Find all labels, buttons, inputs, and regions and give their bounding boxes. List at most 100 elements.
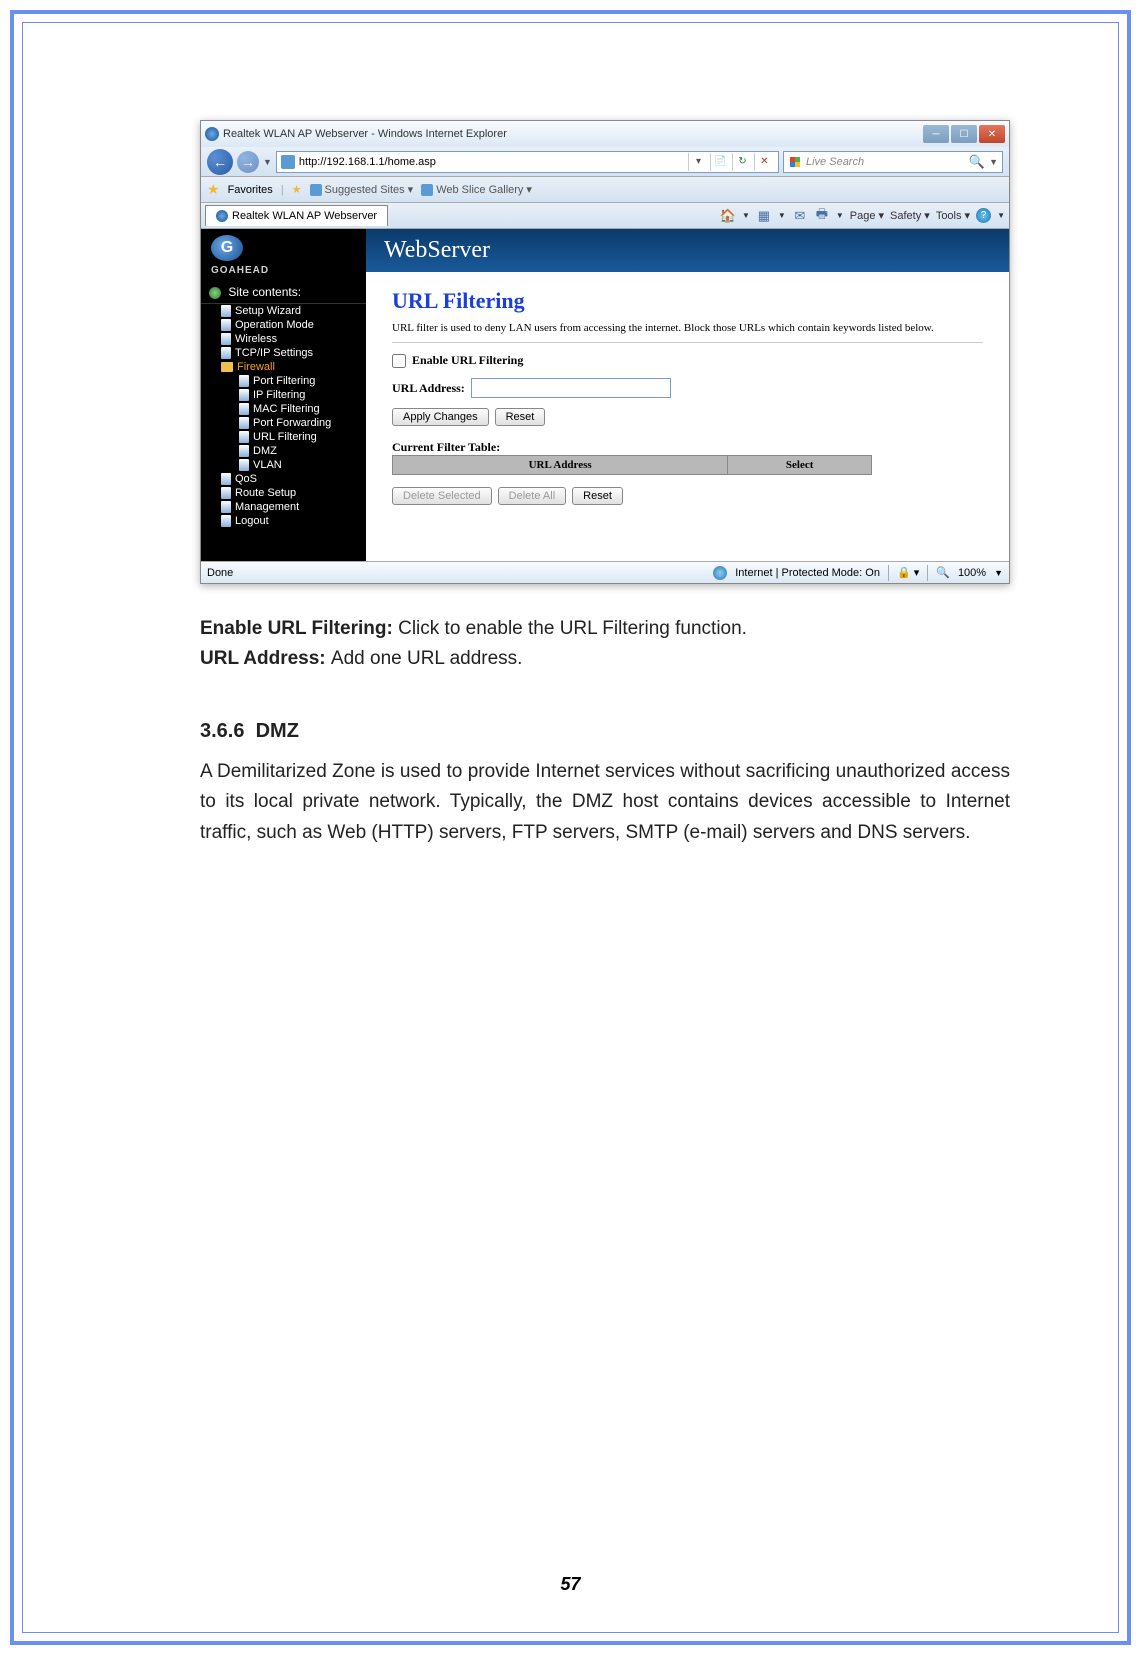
favorites-star-icon[interactable]: ★: [207, 181, 220, 198]
page-number: 57: [0, 1574, 1141, 1595]
sidebar-item-wireless[interactable]: Wireless: [201, 332, 366, 346]
tab-bar: Realtek WLAN AP Webserver 🏠▼ ▦▼ ✉ 🖶▼ Pag…: [201, 203, 1009, 229]
search-bar[interactable]: Live Search 🔍 ▼: [783, 151, 1003, 173]
nav-dropdown-icon[interactable]: ▼: [263, 157, 272, 167]
suggested-sites-link[interactable]: Suggested Sites ▾: [310, 183, 414, 196]
favorites-label[interactable]: Favorites: [228, 184, 273, 196]
zone-security-icon[interactable]: 🔒 ▾: [897, 566, 919, 579]
col-select: Select: [728, 456, 872, 475]
sidebar-item-port-forwarding[interactable]: Port Forwarding: [201, 416, 366, 430]
doc-icon: [221, 501, 231, 513]
mail-icon[interactable]: ✉: [792, 208, 808, 224]
document-text: Enable URL Filtering: Click to enable th…: [200, 614, 1010, 848]
sidebar-item-dmz[interactable]: DMZ: [201, 444, 366, 458]
sidebar-item-vlan[interactable]: VLAN: [201, 458, 366, 472]
sidebar-item-tcpip[interactable]: TCP/IP Settings: [201, 346, 366, 360]
sidebar-item-qos[interactable]: QoS: [201, 472, 366, 486]
sidebar-item-ip-filtering[interactable]: IP Filtering: [201, 388, 366, 402]
sidebar-item-management[interactable]: Management: [201, 500, 366, 514]
enable-url-filtering-desc: Click to enable the URL Filtering functi…: [398, 618, 747, 639]
internet-zone-icon: [713, 566, 727, 580]
section-paragraph: A Demilitarized Zone is used to provide …: [200, 757, 1010, 848]
reset-table-button[interactable]: Reset: [572, 487, 623, 505]
search-placeholder: Live Search: [806, 156, 864, 168]
active-tab[interactable]: Realtek WLAN AP Webserver: [205, 205, 388, 226]
url-address-input[interactable]: [471, 378, 671, 398]
webserver-banner: WebServer: [366, 229, 1009, 272]
tab-icon: [216, 210, 228, 222]
ie-icon: [205, 127, 219, 141]
doc-icon: [239, 375, 249, 387]
filter-table: URL Address Select: [392, 455, 872, 475]
table-caption: Current Filter Table:: [392, 440, 983, 455]
sidebar: G GOAHEAD Site contents: Setup Wizard Op…: [201, 229, 366, 561]
search-dropdown-icon[interactable]: ▼: [989, 157, 998, 167]
tools-menu[interactable]: Tools ▾: [936, 209, 970, 222]
rss-icon[interactable]: ▦: [756, 208, 772, 224]
back-button[interactable]: ←: [207, 149, 233, 175]
apply-changes-button[interactable]: Apply Changes: [392, 408, 489, 426]
sidebar-item-logout[interactable]: Logout: [201, 514, 366, 528]
status-text: Done: [207, 567, 233, 579]
url-address-doc-desc: Add one URL address.: [331, 648, 523, 669]
home-icon[interactable]: 🏠: [720, 208, 736, 224]
doc-icon: [239, 459, 249, 471]
content-area: Realtek WLAN AP Webserver - Windows Inte…: [200, 120, 1010, 848]
logo-area: G GOAHEAD: [201, 229, 366, 285]
logo-text: GOAHEAD: [211, 265, 356, 276]
close-button[interactable]: ✕: [979, 125, 1005, 143]
maximize-button[interactable]: ☐: [951, 125, 977, 143]
sidebar-item-route-setup[interactable]: Route Setup: [201, 486, 366, 500]
add-fav-icon[interactable]: ★: [292, 183, 302, 196]
main-panel: WebServer URL Filtering URL filter is us…: [366, 229, 1009, 561]
compat-icon[interactable]: 📄: [710, 153, 730, 171]
zoom-level[interactable]: 100%: [958, 567, 986, 579]
forward-button[interactable]: →: [237, 151, 259, 173]
doc-icon: [221, 487, 231, 499]
sidebar-item-mac-filtering[interactable]: MAC Filtering: [201, 402, 366, 416]
url-text: http://192.168.1.1/home.asp: [299, 156, 436, 168]
zoom-dropdown-icon[interactable]: ▼: [994, 568, 1003, 578]
zoom-icon[interactable]: 🔍: [936, 566, 950, 579]
page-description: URL filter is used to deny LAN users fro…: [392, 322, 983, 343]
delete-selected-button[interactable]: Delete Selected: [392, 487, 492, 505]
doc-icon: [239, 417, 249, 429]
doc-icon: [239, 389, 249, 401]
url-bar[interactable]: http://192.168.1.1/home.asp ▾ 📄 ↻ ✕: [276, 151, 779, 173]
url-dropdown-icon[interactable]: ▾: [688, 153, 708, 171]
page-title: URL Filtering: [392, 288, 983, 314]
print-icon[interactable]: 🖶: [814, 208, 830, 224]
minimize-button[interactable]: ─: [923, 125, 949, 143]
help-icon[interactable]: ?: [976, 208, 991, 223]
safety-menu[interactable]: Safety ▾: [890, 209, 930, 222]
section-number: 3.6.6: [200, 720, 244, 742]
protected-mode-text: Internet | Protected Mode: On: [735, 567, 880, 579]
page-body: G GOAHEAD Site contents: Setup Wizard Op…: [201, 229, 1009, 561]
url-address-label: URL Address:: [392, 381, 465, 396]
status-bar: Done Internet | Protected Mode: On 🔒 ▾ 🔍…: [201, 561, 1009, 583]
search-go-icon[interactable]: 🔍: [969, 154, 985, 170]
sidebar-item-setup-wizard[interactable]: Setup Wizard: [201, 304, 366, 318]
reset-button[interactable]: Reset: [495, 408, 546, 426]
sidebar-item-url-filtering[interactable]: URL Filtering: [201, 430, 366, 444]
stop-icon[interactable]: ✕: [754, 153, 774, 171]
enable-url-filtering-checkbox[interactable]: [392, 354, 406, 368]
refresh-icon[interactable]: ↻: [732, 153, 752, 171]
favorites-bar: ★ Favorites | ★ Suggested Sites ▾ Web Sl…: [201, 177, 1009, 203]
nav-bar: ← → ▼ http://192.168.1.1/home.asp ▾ 📄 ↻ …: [201, 147, 1009, 177]
section-title: DMZ: [256, 720, 299, 742]
doc-icon: [239, 445, 249, 457]
sidebar-item-port-filtering[interactable]: Port Filtering: [201, 374, 366, 388]
web-slice-gallery-link[interactable]: Web Slice Gallery ▾: [421, 183, 532, 196]
doc-line-1: Enable URL Filtering: Click to enable th…: [200, 614, 1010, 644]
sidebar-item-firewall[interactable]: Firewall: [201, 360, 366, 374]
window-titlebar: Realtek WLAN AP Webserver - Windows Inte…: [201, 121, 1009, 147]
delete-all-button[interactable]: Delete All: [498, 487, 566, 505]
section-heading: 3.6.6 DMZ: [200, 715, 1010, 747]
doc-icon: [239, 431, 249, 443]
enable-label: Enable URL Filtering: [412, 353, 523, 368]
page-menu[interactable]: Page ▾: [850, 209, 884, 222]
sidebar-item-operation-mode[interactable]: Operation Mode: [201, 318, 366, 332]
page-icon: [281, 155, 295, 169]
url-address-doc-label: URL Address:: [200, 648, 331, 669]
